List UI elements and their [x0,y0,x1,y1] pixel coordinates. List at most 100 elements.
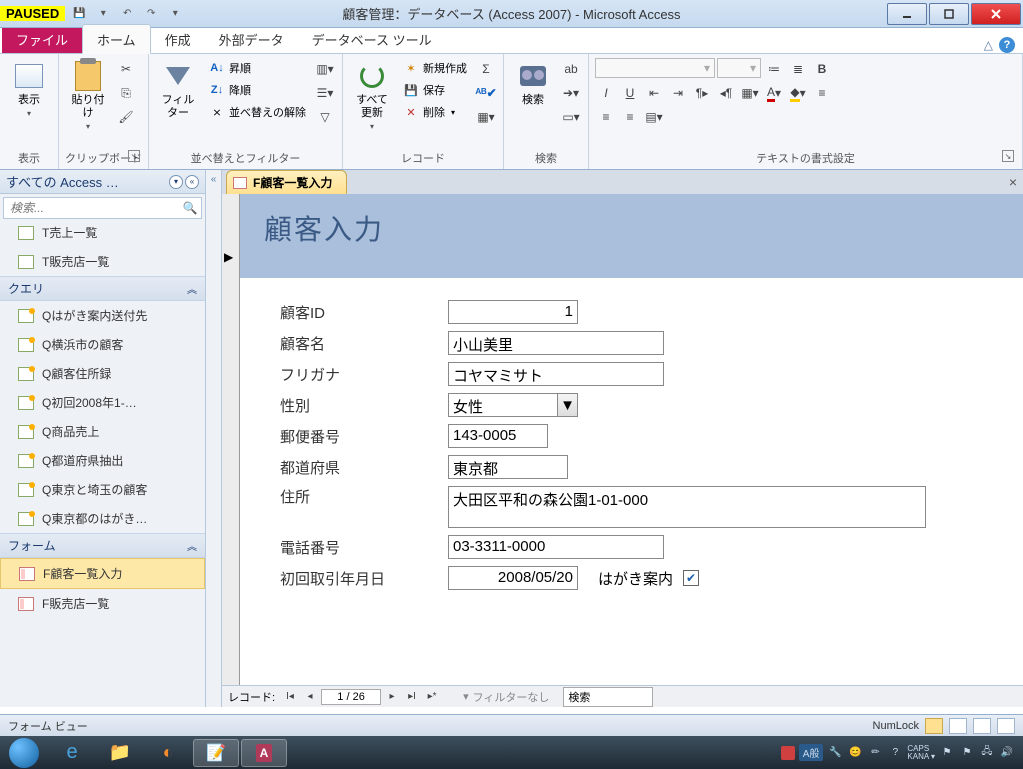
qat-more-icon[interactable]: ▾ [165,4,185,24]
format-painter-button[interactable]: 🖌 [115,106,137,128]
recnav-position[interactable]: 1 / 26 [321,689,381,705]
combo-sex[interactable]: 女性▼ [448,393,578,417]
recnav-search-input[interactable]: 検索 [563,687,653,707]
tab-database-tools[interactable]: データベース ツール [298,25,446,53]
input-zip[interactable]: 143-0005 [448,424,548,448]
nav-table-item[interactable]: T販売店一覧 [0,247,205,276]
input-address[interactable]: 大田区平和の森公園1-01-000 [448,486,926,528]
close-button[interactable] [971,3,1021,25]
recnav-first-button[interactable]: I◂ [281,689,299,705]
font-size-combo[interactable]: ▾ [717,58,761,78]
tray-icon[interactable]: 🔧 [827,745,843,761]
spelling-button[interactable]: ᴬᴮ✔ [475,82,497,104]
filter-button[interactable]: フィルター [155,58,201,122]
input-first-date[interactable]: 2008/05/20 [448,566,578,590]
qat-save-icon[interactable]: 💾 [69,4,89,24]
taskbar-mediaplayer-icon[interactable]: ◐ [145,739,191,767]
new-record-button[interactable]: ✶新規作成 [399,58,471,78]
underline-button[interactable]: U [619,82,641,104]
nav-query-item[interactable]: Q都道府県抽出 [0,446,205,475]
tray-network-icon[interactable]: 🖧 [979,745,995,761]
recnav-new-button[interactable]: ▸* [423,689,441,705]
clear-sort-button[interactable]: ⨯並べ替えの解除 [205,102,310,122]
nav-group-queries[interactable]: クエリ︽ [0,276,205,301]
fill-color-button[interactable]: ◆▾ [787,82,809,104]
more-records-button[interactable]: ▦▾ [475,106,497,128]
advanced-filter-button[interactable]: ☰▾ [314,82,336,104]
tray-flag-icon[interactable]: ⚑ [959,745,975,761]
tab-create[interactable]: 作成 [151,25,205,53]
nav-form-item[interactable]: F販売店一覧 [0,589,205,618]
selection-filter-button[interactable]: ▥▾ [314,58,336,80]
qat-dropdown-icon[interactable]: ▾ [93,4,113,24]
input-furigana[interactable]: コヤマミサト [448,362,664,386]
design-view-button[interactable] [997,718,1015,734]
copy-button[interactable]: ⎘ [115,82,137,104]
layout-view-button[interactable] [973,718,991,734]
qat-undo-icon[interactable]: ↶ [117,4,137,24]
nav-query-item[interactable]: Q顧客住所録 [0,359,205,388]
nav-dropdown-icon[interactable]: ▾ [169,175,183,189]
rtl-button[interactable]: ◂¶ [715,82,737,104]
search-icon[interactable]: 🔍 [179,198,201,218]
sort-desc-button[interactable]: Z↓降順 [205,80,310,100]
toggle-filter-button[interactable]: ▽ [314,106,336,128]
ribbon-minimize-icon[interactable]: △ [984,38,993,52]
tab-external-data[interactable]: 外部データ [205,25,298,53]
tray-volume-icon[interactable]: 🔊 [999,745,1015,761]
tray-icon[interactable]: 😊 [847,745,863,761]
tray-flag-icon[interactable]: ⚑ [939,745,955,761]
nav-query-item[interactable]: Qはがき案内送付先 [0,301,205,330]
font-color-button[interactable]: A▾ [763,82,785,104]
paste-button[interactable]: 貼り付け▾ [65,58,111,133]
nav-group-forms[interactable]: フォーム︽ [0,533,205,558]
tab-close-icon[interactable]: × [1009,174,1017,190]
alternate-row-button[interactable]: ▤▾ [643,106,665,128]
bold-button[interactable]: B [811,58,833,80]
ime-mode-icon[interactable]: A般 [799,744,824,761]
delete-record-button[interactable]: ✕削除▾ [399,102,471,122]
replace-button[interactable]: ab [560,58,582,80]
taskbar-ie-icon[interactable]: e [49,739,95,767]
cut-button[interactable]: ✂ [115,58,137,80]
input-tel[interactable]: 03-3311-0000 [448,535,664,559]
textfmt-launcher-icon[interactable]: ↘ [1002,150,1014,162]
sort-asc-button[interactable]: A↓昇順 [205,58,310,78]
totals-button[interactable]: Σ [475,58,497,80]
nav-collapse-icon[interactable]: « [185,175,199,189]
tray-help-icon[interactable]: ? [887,745,903,761]
recnav-prev-button[interactable]: ◂ [301,689,319,705]
indent-increase-button[interactable]: ⇥ [667,82,689,104]
clipboard-launcher-icon[interactable]: ↘ [128,150,140,162]
font-name-combo[interactable]: ▾ [595,58,715,78]
bullets-button[interactable]: ≔ [763,58,785,80]
align-right-button[interactable]: ≡ [619,106,641,128]
help-icon[interactable]: ? [999,37,1015,53]
input-customer-id[interactable]: 1 [448,300,578,324]
input-customer-name[interactable]: 小山美里 [448,331,664,355]
minimize-button[interactable] [887,3,927,25]
taskbar-access-icon[interactable]: A [241,739,287,767]
nav-query-item[interactable]: Q横浜市の顧客 [0,330,205,359]
maximize-button[interactable] [929,3,969,25]
checkbox-postcard[interactable]: ✔ [683,570,699,586]
italic-button[interactable]: I [595,82,617,104]
tab-home[interactable]: ホーム [82,24,151,54]
nav-form-item[interactable]: F顧客一覧入力 [0,558,205,589]
shutter-bar[interactable]: « [206,170,222,707]
find-button[interactable]: 検索 [510,58,556,109]
select-button[interactable]: ▭▾ [560,106,582,128]
align-left-button[interactable]: ≡ [811,82,833,104]
align-center-button[interactable]: ≡ [595,106,617,128]
save-record-button[interactable]: 💾保存 [399,80,471,100]
tab-file[interactable]: ファイル [2,25,82,53]
view-button[interactable]: 表示▾ [6,58,52,120]
tray-icon[interactable] [781,746,795,760]
nav-query-item[interactable]: Q東京と埼玉の顧客 [0,475,205,504]
document-tab[interactable]: F顧客一覧入力 [226,170,347,194]
tray-icon[interactable]: ✏ [867,745,883,761]
record-selector[interactable]: ▶ [222,194,240,685]
tray-caps-kana[interactable]: CAPSKANA ▾ [907,745,935,761]
taskbar-app-icon[interactable]: 📝 [193,739,239,767]
nav-query-item[interactable]: Q初回2008年1-… [0,388,205,417]
